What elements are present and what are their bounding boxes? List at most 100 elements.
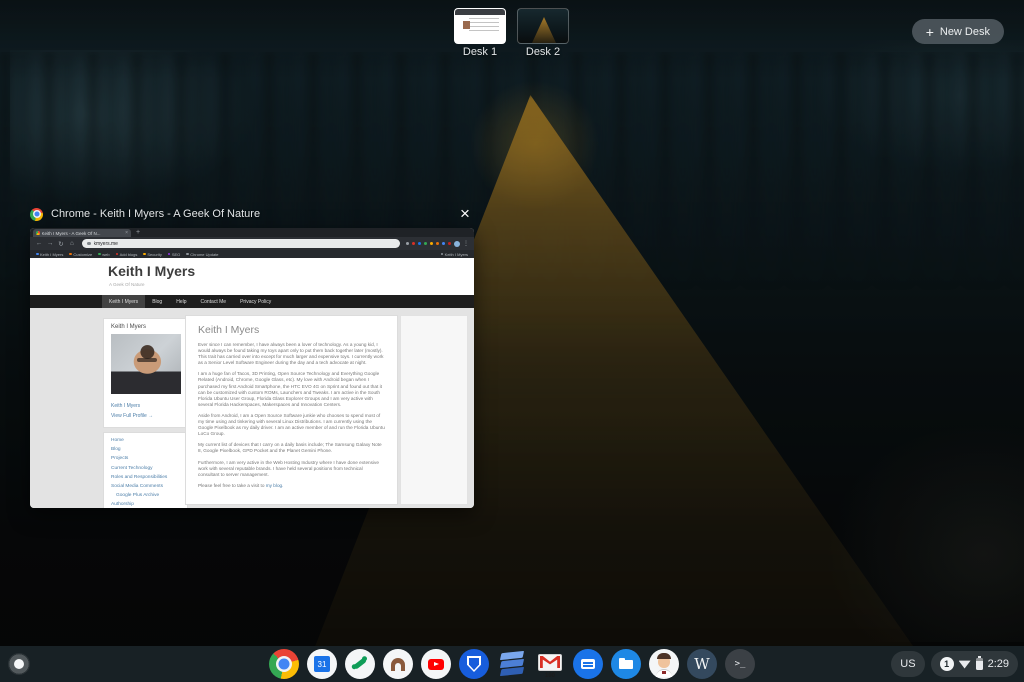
- bookmark-favicon: [36, 253, 39, 256]
- browser-tab[interactable]: Keith I Myers - A Geek Of N... ×: [33, 229, 131, 237]
- tab-close-icon[interactable]: ×: [125, 230, 128, 236]
- keyboard-layout-button[interactable]: US: [891, 651, 924, 677]
- sidebar-link-current-technology[interactable]: Current Technology: [111, 466, 181, 472]
- browser-tab-strip: Keith I Myers - A Geek Of N... × +: [30, 228, 474, 237]
- youtube-app-icon[interactable]: [421, 649, 451, 679]
- article-heading: Keith I Myers: [198, 324, 385, 336]
- extension-icon[interactable]: [436, 242, 440, 246]
- browser-menu-icon[interactable]: ⋮: [463, 240, 469, 247]
- right-sidebar-column: [400, 315, 468, 505]
- bookmark-item[interactable]: Add blogs: [116, 252, 138, 257]
- launcher-button[interactable]: [8, 653, 30, 675]
- desk1-mini-photo: [463, 21, 470, 29]
- sidebar-link-projects[interactable]: Projects: [111, 456, 181, 462]
- forward-icon[interactable]: →: [46, 240, 54, 247]
- gmail-badge: 100: [535, 673, 565, 679]
- nav-item-help[interactable]: Help: [169, 295, 193, 308]
- nav-item-blog[interactable]: Blog: [145, 295, 169, 308]
- gmail-app-icon[interactable]: 100: [535, 649, 565, 679]
- bookmark-item[interactable]: Customize: [69, 252, 92, 257]
- sidebar-link-authorship[interactable]: Authorship: [111, 502, 181, 508]
- chrome-window-preview[interactable]: Keith I Myers - A Geek Of N... × + ← → ↻…: [30, 228, 474, 508]
- extension-icon[interactable]: [418, 242, 422, 246]
- system-tray[interactable]: 1 2:29: [931, 651, 1018, 677]
- bookmark-favicon: [69, 253, 72, 256]
- new-desk-button[interactable]: + New Desk: [912, 19, 1004, 44]
- bookmark-favicon: [168, 253, 171, 256]
- chromeos-overview-screen: Desk 1 Desk 2 + New Desk Chrome - Keith …: [0, 0, 1024, 682]
- home-icon[interactable]: ⌂: [68, 240, 76, 247]
- nav-item-privacy[interactable]: Privacy Policy: [233, 295, 278, 308]
- browser-toolbar: ← → ↻ ⌂ kmyers.me ⋮: [30, 237, 474, 250]
- reload-icon[interactable]: ↻: [57, 240, 65, 248]
- extension-icon[interactable]: [448, 242, 452, 246]
- files-app-icon[interactable]: [611, 649, 641, 679]
- battery-icon: [976, 658, 983, 670]
- arch-icon: [391, 658, 405, 671]
- terminal-app-icon[interactable]: >_: [725, 649, 755, 679]
- google-calendar-app-icon[interactable]: 31: [307, 649, 337, 679]
- profile-card-title: Keith I Myers: [111, 324, 146, 330]
- chrome-icon: [30, 208, 43, 221]
- plus-icon: +: [926, 25, 934, 39]
- extension-icon[interactable]: [406, 242, 410, 246]
- kmyers-arch-app-icon[interactable]: [383, 649, 413, 679]
- wifi-icon: [959, 660, 971, 669]
- sidebar-link-social[interactable]: Social Media Comments: [111, 484, 181, 490]
- bitwarden-app-icon[interactable]: [459, 649, 489, 679]
- back-icon[interactable]: ←: [35, 240, 43, 247]
- bookmark-item[interactable]: Chrome Update: [186, 252, 218, 257]
- extension-icons[interactable]: [406, 242, 452, 246]
- overview-window-title: Chrome - Keith I Myers - A Geek Of Natur…: [51, 208, 456, 220]
- bookmark-favicon: [116, 253, 119, 256]
- profile-name-link[interactable]: Keith I Myers: [111, 403, 140, 409]
- extension-icon[interactable]: [430, 242, 434, 246]
- shield-icon: [467, 656, 481, 672]
- site-header: Keith I Myers A Geek Of Nature: [30, 258, 474, 295]
- new-tab-button[interactable]: +: [136, 229, 140, 237]
- sidebar-link-home[interactable]: Home: [111, 438, 181, 444]
- site-info-icon: [87, 242, 91, 246]
- sidebar-link-roles[interactable]: Roles and Responsibilities: [111, 475, 181, 481]
- sidebar-link-gplus-archive[interactable]: Google Plus Archive: [111, 493, 181, 499]
- bookmark-item[interactable]: SEO: [168, 252, 180, 257]
- sidebar-link-blog[interactable]: Blog: [111, 447, 181, 453]
- article-paragraph: Furthermore, I am very active in the Web…: [198, 460, 385, 478]
- view-full-profile-link[interactable]: View Full Profile →: [111, 413, 153, 419]
- address-bar[interactable]: kmyers.me: [82, 239, 400, 248]
- nav-item-contact[interactable]: Contact Me: [194, 295, 234, 308]
- extension-icon[interactable]: [412, 242, 416, 246]
- site-nav: Keith I Myers Blog Help Contact Me Priva…: [30, 295, 474, 308]
- my-blog-link[interactable]: my blog.: [266, 483, 284, 488]
- bookmark-folder[interactable]: Keith I Myers: [441, 252, 468, 257]
- tab-title: Keith I Myers - A Geek Of N...: [42, 231, 124, 236]
- desk2-mini-pyramid: [532, 17, 556, 43]
- nav-item-home[interactable]: Keith I Myers: [102, 295, 145, 308]
- shelf-app-row: 31 100: [269, 649, 755, 679]
- sidebar-menu-card: Home Blog Projects Current Technology Ro…: [103, 432, 188, 508]
- desk-thumbnail-2[interactable]: [517, 8, 569, 44]
- article-paragraph: I am a huge fan of Tacos, 3D Printing, O…: [198, 371, 385, 408]
- play-icon: [428, 659, 444, 670]
- extension-icon[interactable]: [442, 242, 446, 246]
- profile-avatar[interactable]: [454, 241, 460, 247]
- bookmark-item[interactable]: Keith I Myers: [36, 252, 63, 257]
- chrome-app-icon[interactable]: [269, 649, 299, 679]
- notification-badge: 1: [940, 657, 954, 671]
- jenkins-app-icon[interactable]: [649, 649, 679, 679]
- wordpress-app-icon[interactable]: W: [687, 649, 717, 679]
- bookmark-item[interactable]: Security: [143, 252, 161, 257]
- extension-icon[interactable]: [424, 242, 428, 246]
- google-voice-app-icon[interactable]: [345, 649, 375, 679]
- bookmark-favicon: [143, 253, 146, 256]
- bookmark-item[interactable]: web: [98, 252, 109, 257]
- desk-2-label[interactable]: Desk 2: [503, 46, 583, 58]
- chat-bubble-icon: [581, 659, 595, 669]
- google-chat-app-icon[interactable]: [573, 649, 603, 679]
- desk-thumbnail-1[interactable]: [454, 8, 506, 44]
- webpage: Keith I Myers A Geek Of Nature Keith I M…: [30, 258, 474, 508]
- url-text: kmyers.me: [94, 241, 118, 247]
- shelf: 31 100: [0, 646, 1024, 682]
- close-window-button[interactable]: ×: [456, 205, 474, 223]
- stack-app-icon[interactable]: [497, 649, 527, 679]
